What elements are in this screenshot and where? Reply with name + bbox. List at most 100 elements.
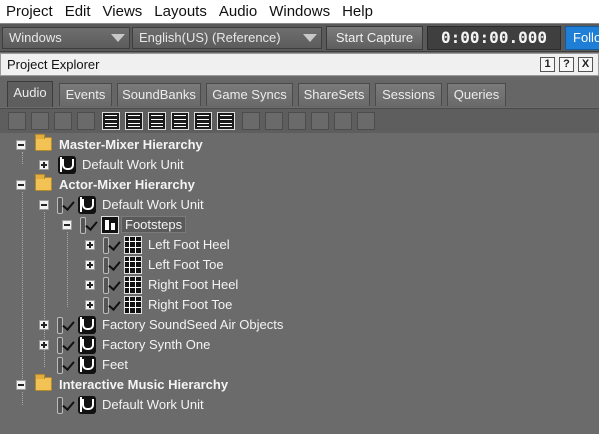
tree-row-factory-synth[interactable]: Factory Synth One: [0, 335, 599, 355]
menu-project[interactable]: Project: [0, 0, 59, 23]
menu-views[interactable]: Views: [97, 0, 149, 23]
folder-tool-icon[interactable]: [31, 112, 49, 130]
panel-title: Project Explorer: [7, 57, 100, 72]
tree-row-factory-soundseed[interactable]: Factory SoundSeed Air Objects: [0, 315, 599, 335]
collapse-icon[interactable]: [39, 200, 49, 210]
folder-icon: [35, 374, 52, 391]
include-checkbox[interactable]: [56, 196, 76, 214]
work-unit-icon: [78, 396, 96, 414]
tree-row-right-foot-toe[interactable]: Right Foot Toe: [0, 295, 599, 315]
tree-row-interactive-default-work-unit[interactable]: Default Work Unit: [0, 395, 599, 415]
panel-number-button[interactable]: 1: [540, 57, 555, 72]
music-track-tool-icon[interactable]: [334, 112, 352, 130]
tab-bar: Audio Events SoundBanks Game Syncs Share…: [0, 77, 599, 107]
layout-select[interactable]: Windows: [2, 27, 130, 49]
tree-label: Left Foot Heel: [148, 237, 230, 252]
tree-label: Feet: [102, 357, 129, 372]
tree-row-left-foot-toe[interactable]: Left Foot Toe: [0, 255, 599, 275]
sequence-container-tool-icon[interactable]: [148, 112, 166, 130]
include-checkbox[interactable]: [56, 396, 76, 414]
chevron-down-icon: [303, 34, 317, 42]
menu-edit[interactable]: Edit: [59, 0, 97, 23]
include-checkbox[interactable]: [56, 316, 76, 334]
music-segment-tool-icon[interactable]: [311, 112, 329, 130]
tree-row-right-foot-heel[interactable]: Right Foot Heel: [0, 275, 599, 295]
menu-layouts[interactable]: Layouts: [148, 0, 213, 23]
close-button[interactable]: X: [578, 57, 593, 72]
tab-events[interactable]: Events: [59, 83, 112, 106]
tree-row-master-default-work-unit[interactable]: Default Work Unit: [0, 155, 599, 175]
timecode-display: 0:00:00.000: [427, 26, 561, 50]
menu-windows[interactable]: Windows: [263, 0, 336, 23]
include-checkbox[interactable]: [102, 256, 122, 274]
tree-row-interactive-music[interactable]: Interactive Music Hierarchy: [0, 374, 599, 395]
tree-row-feet[interactable]: Feet: [0, 355, 599, 375]
include-checkbox[interactable]: [79, 216, 99, 234]
physical-folder-tool-icon[interactable]: [54, 112, 72, 130]
tree-row-actor-mixer[interactable]: Actor-Mixer Hierarchy: [0, 174, 599, 195]
hierarchy-tree: Master-Mixer Hierarchy Default Work Unit…: [0, 134, 599, 434]
tree-label: Factory SoundSeed Air Objects: [102, 317, 284, 332]
tab-game-syncs[interactable]: Game Syncs: [206, 83, 293, 106]
expand-icon[interactable]: [39, 160, 49, 170]
collapse-icon[interactable]: [16, 180, 26, 190]
menubar: Project Edit Views Layouts Audio Windows…: [0, 0, 599, 23]
random-container-tool-icon[interactable]: [125, 112, 143, 130]
actor-mixer-tool-icon[interactable]: [102, 112, 120, 130]
layout-select-value: Windows: [9, 30, 62, 45]
tab-sharesets[interactable]: ShareSets: [298, 83, 370, 106]
random-container-icon: [124, 296, 142, 314]
expand-icon[interactable]: [39, 320, 49, 330]
collapse-icon[interactable]: [16, 140, 26, 150]
blend-container-tool-icon[interactable]: [194, 112, 212, 130]
start-capture-button[interactable]: Start Capture: [326, 26, 423, 50]
music-tool-icon[interactable]: [242, 112, 260, 130]
expand-icon[interactable]: [85, 280, 95, 290]
switch-container-tool-icon[interactable]: [171, 112, 189, 130]
sound-tool-icon[interactable]: [217, 112, 235, 130]
main-toolbar: Windows English(US) (Reference) Start Ca…: [0, 23, 599, 52]
work-unit-tool-icon[interactable]: [8, 112, 26, 130]
work-unit-icon: [78, 356, 96, 374]
folder-icon: [35, 134, 52, 151]
menu-help[interactable]: Help: [336, 0, 379, 23]
include-checkbox[interactable]: [56, 356, 76, 374]
tab-sessions[interactable]: Sessions: [375, 83, 442, 106]
tree-row-master-mixer[interactable]: Master-Mixer Hierarchy: [0, 134, 599, 155]
include-checkbox[interactable]: [56, 336, 76, 354]
tab-audio[interactable]: Audio: [7, 81, 53, 107]
tree-label: Right Foot Toe: [148, 297, 233, 312]
expand-icon[interactable]: [85, 300, 95, 310]
tree-row-left-foot-heel[interactable]: Left Foot Heel: [0, 235, 599, 255]
collapse-icon[interactable]: [16, 380, 26, 390]
menu-audio[interactable]: Audio: [213, 0, 263, 23]
tree-label: Default Work Unit: [102, 197, 204, 212]
include-checkbox[interactable]: [102, 296, 122, 314]
expand-icon[interactable]: [85, 240, 95, 250]
tab-soundbanks[interactable]: SoundBanks: [117, 83, 201, 106]
include-checkbox[interactable]: [102, 236, 122, 254]
tree-label: Left Foot Toe: [148, 257, 224, 272]
tree-label: Master-Mixer Hierarchy: [59, 137, 203, 152]
tree-row-actor-default-work-unit[interactable]: Default Work Unit: [0, 195, 599, 215]
tree-label: Default Work Unit: [82, 157, 184, 172]
collapse-icon[interactable]: [62, 220, 72, 230]
music-playlist-tool-icon[interactable]: [265, 112, 283, 130]
language-select[interactable]: English(US) (Reference): [132, 27, 322, 49]
expand-icon[interactable]: [85, 260, 95, 270]
help-button[interactable]: ?: [559, 57, 574, 72]
tree-row-footsteps[interactable]: Footsteps: [0, 215, 599, 235]
music-clip-tool-icon[interactable]: [357, 112, 375, 130]
include-checkbox[interactable]: [102, 276, 122, 294]
virtual-folder-tool-icon[interactable]: [77, 112, 95, 130]
folder-icon: [35, 174, 52, 191]
tree-label: Right Foot Heel: [148, 277, 239, 292]
tree-label: Default Work Unit: [102, 397, 204, 412]
work-unit-icon: [78, 336, 96, 354]
follow-button[interactable]: Follo: [565, 26, 599, 50]
music-switch-tool-icon[interactable]: [288, 112, 306, 130]
project-explorer-header: Project Explorer 1 ? X: [0, 53, 599, 76]
random-container-icon: [124, 276, 142, 294]
expand-icon[interactable]: [39, 340, 49, 350]
tab-queries[interactable]: Queries: [447, 83, 506, 106]
